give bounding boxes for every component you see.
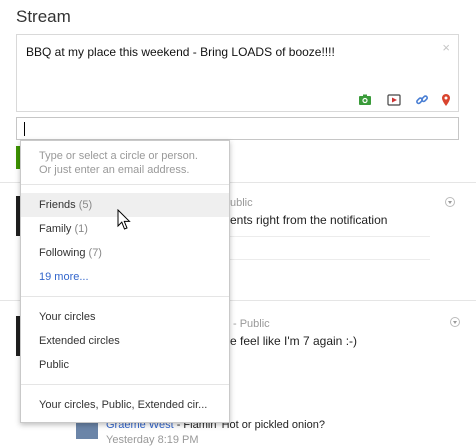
picker-item-count: (1) xyxy=(74,223,88,235)
picker-item-label: Family xyxy=(39,223,72,235)
picker-hint-line: Type or select a circle or person. xyxy=(39,150,198,162)
mouse-pointer-icon xyxy=(117,209,131,230)
picker-item-your-circles[interactable]: Your circles xyxy=(21,305,229,329)
post-text: ents right from the notification xyxy=(230,213,388,227)
post-visibility: ublic xyxy=(230,197,253,209)
picker-hint-line: Or just enter an email address. xyxy=(39,164,190,176)
text-caret xyxy=(24,122,25,136)
dropdown-divider xyxy=(21,184,229,185)
picker-hint: Type or select a circle or person. Or ju… xyxy=(39,149,198,177)
close-icon[interactable]: × xyxy=(442,40,450,55)
post-text: e feel like I'm 7 again :-) xyxy=(230,334,358,348)
dropdown-divider xyxy=(21,296,229,297)
location-icon[interactable] xyxy=(439,93,453,107)
picker-item-combined[interactable]: Your circles, Public, Extended cir... xyxy=(21,393,229,417)
picker-item-following[interactable]: Following (7) xyxy=(21,241,229,265)
comment-timestamp: Yesterday 8:19 PM xyxy=(106,434,199,446)
chevron-down-icon[interactable] xyxy=(445,197,455,207)
circle-picker-dropdown: Type or select a circle or person. Or ju… xyxy=(20,140,230,423)
circle-search-input[interactable] xyxy=(16,117,459,140)
picker-item-label: Following xyxy=(39,247,86,259)
chevron-down-icon[interactable] xyxy=(450,317,460,327)
post-divider xyxy=(230,236,430,237)
picker-item-count: (7) xyxy=(88,247,102,259)
video-icon[interactable] xyxy=(387,93,401,107)
camera-icon[interactable] xyxy=(358,93,372,107)
picker-item-extended-circles[interactable]: Extended circles xyxy=(21,329,229,353)
page-title: Stream xyxy=(16,7,71,26)
picker-item-label: Friends xyxy=(39,199,76,211)
dropdown-divider xyxy=(21,384,229,385)
link-icon[interactable] xyxy=(415,93,429,107)
composer-text[interactable]: BBQ at my place this weekend - Bring LOA… xyxy=(26,45,335,59)
picker-item-public[interactable]: Public xyxy=(21,353,229,377)
post-divider xyxy=(230,259,430,260)
picker-item-count: (5) xyxy=(78,199,93,211)
post-visibility: - Public xyxy=(233,318,270,330)
more-circles-link[interactable]: 19 more... xyxy=(21,265,229,289)
post-composer[interactable]: BBQ at my place this weekend - Bring LOA… xyxy=(16,34,459,112)
